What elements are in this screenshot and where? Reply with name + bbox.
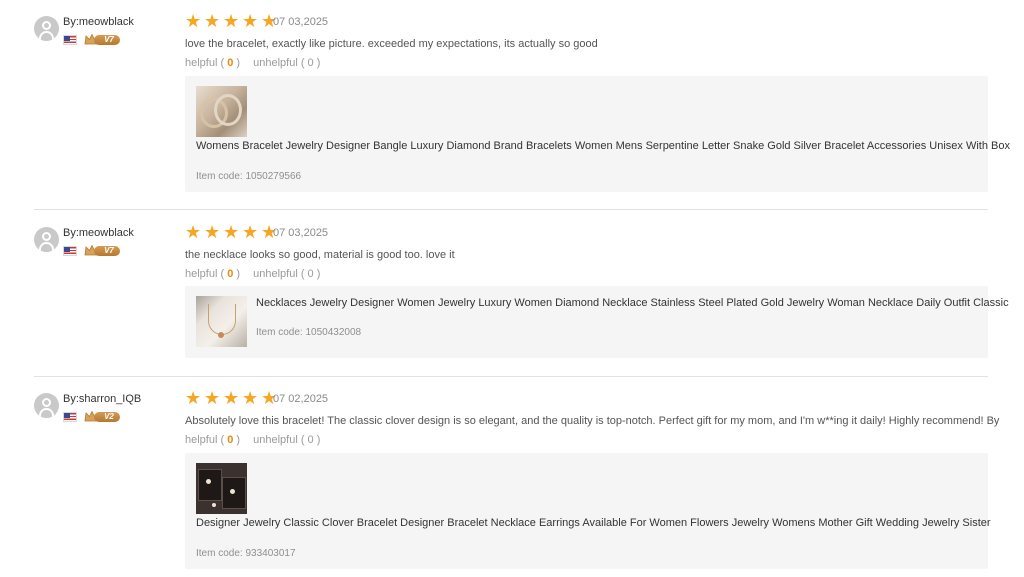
review-item: By:sharron_IQB V2 ★ ★ ★ ★ ★ 07 02,2025 A… (0, 377, 1024, 577)
reviewer-name: By:meowblack (63, 227, 134, 239)
helpful-close: ) (233, 57, 241, 69)
unhelpful-button[interactable]: unhelpful ( 0 ) (253, 434, 320, 446)
product-title[interactable]: Womens Bracelet Jewelry Designer Bangle … (196, 140, 1010, 152)
helpful-label: helpful ( (185, 57, 225, 69)
review-content: ★ ★ ★ ★ ★ 07 03,2025 the necklace looks … (185, 222, 1009, 358)
helpful-label: helpful ( (185, 268, 225, 280)
vote-row: helpful ( 0 ) unhelpful ( 0 ) (185, 268, 330, 280)
star-icon: ★ (204, 222, 221, 243)
product-card[interactable]: Designer Jewelry Classic Clover Bracelet… (185, 453, 991, 569)
vip-level: V7 (94, 35, 120, 45)
us-flag-icon (63, 35, 77, 45)
us-flag-icon (63, 246, 77, 256)
vip-level: V7 (94, 246, 120, 256)
unhelpful-button[interactable]: unhelpful ( 0 ) (253, 268, 320, 280)
helpful-button[interactable]: helpful ( 0 ) (185, 268, 240, 280)
star-icon: ★ (185, 388, 202, 409)
helpful-button[interactable]: helpful ( 0 ) (185, 434, 240, 446)
user-avatar-icon (34, 16, 59, 41)
vip-badge: V7 (84, 244, 120, 257)
product-title[interactable]: Designer Jewelry Classic Clover Bracelet… (196, 517, 991, 529)
product-thumbnail[interactable] (196, 463, 247, 514)
reviewer-name: By:meowblack (63, 16, 134, 28)
reviewer-info: By:meowblack V7 (34, 225, 174, 265)
star-rating: ★ ★ ★ ★ ★ (185, 11, 280, 32)
star-icon: ★ (242, 222, 259, 243)
product-thumbnail[interactable] (196, 86, 247, 137)
vote-row: helpful ( 0 ) unhelpful ( 0 ) (185, 434, 330, 446)
unhelpful-button[interactable]: unhelpful ( 0 ) (253, 57, 320, 69)
divider (34, 209, 988, 210)
star-icon: ★ (204, 388, 221, 409)
us-flag-icon (63, 412, 77, 422)
vote-row: helpful ( 0 ) unhelpful ( 0 ) (185, 57, 330, 69)
review-text: the necklace looks so good, material is … (185, 249, 455, 261)
star-icon: ★ (242, 388, 259, 409)
product-thumbnail[interactable] (196, 296, 247, 347)
review-text: Absolutely love this bracelet! The class… (185, 415, 1000, 427)
helpful-close: ) (233, 268, 241, 280)
review-date: 07 03,2025 (273, 227, 329, 239)
review-date: 07 03,2025 (273, 16, 329, 28)
star-icon: ★ (185, 222, 202, 243)
vip-level: V2 (94, 412, 120, 422)
product-card[interactable]: Womens Bracelet Jewelry Designer Bangle … (185, 76, 1010, 192)
reviewer-name: By:sharron_IQB (63, 393, 142, 405)
star-rating: ★ ★ ★ ★ ★ (185, 222, 280, 243)
helpful-close: ) (233, 434, 241, 446)
reviewer-info: By:sharron_IQB V2 (34, 391, 174, 431)
review-item: By:meowblack V7 ★ ★ ★ ★ ★ 07 03,2025 lov… (0, 0, 1024, 210)
review-list: By:meowblack V7 ★ ★ ★ ★ ★ 07 03,2025 lov… (0, 0, 1024, 577)
reviewer-info: By:meowblack V7 (34, 14, 174, 54)
helpful-label: helpful ( (185, 434, 225, 446)
product-card[interactable]: Necklaces Jewelry Designer Women Jewelry… (185, 286, 1009, 358)
star-rating: ★ ★ ★ ★ ★ (185, 388, 280, 409)
review-content: ★ ★ ★ ★ ★ 07 02,2025 Absolutely love thi… (185, 388, 999, 569)
item-code: Item code: 933403017 (196, 548, 296, 559)
vip-badge: V7 (84, 33, 120, 46)
review-item: By:meowblack V7 ★ ★ ★ ★ ★ 07 03,2025 the… (0, 211, 1024, 376)
star-icon: ★ (223, 222, 240, 243)
star-icon: ★ (242, 11, 259, 32)
review-text: love the bracelet, exactly like picture.… (185, 38, 598, 50)
vip-badge: V2 (84, 410, 120, 423)
star-icon: ★ (185, 11, 202, 32)
review-date: 07 02,2025 (273, 393, 329, 405)
user-avatar-icon (34, 393, 59, 418)
star-icon: ★ (223, 11, 240, 32)
review-content: ★ ★ ★ ★ ★ 07 03,2025 love the bracelet, … (185, 11, 1010, 192)
star-icon: ★ (204, 11, 221, 32)
item-code: Item code: 1050432008 (256, 327, 362, 338)
star-icon: ★ (223, 388, 240, 409)
helpful-button[interactable]: helpful ( 0 ) (185, 57, 240, 69)
product-title[interactable]: Necklaces Jewelry Designer Women Jewelry… (256, 297, 1009, 309)
item-code: Item code: 1050279566 (196, 171, 302, 182)
user-avatar-icon (34, 227, 59, 252)
